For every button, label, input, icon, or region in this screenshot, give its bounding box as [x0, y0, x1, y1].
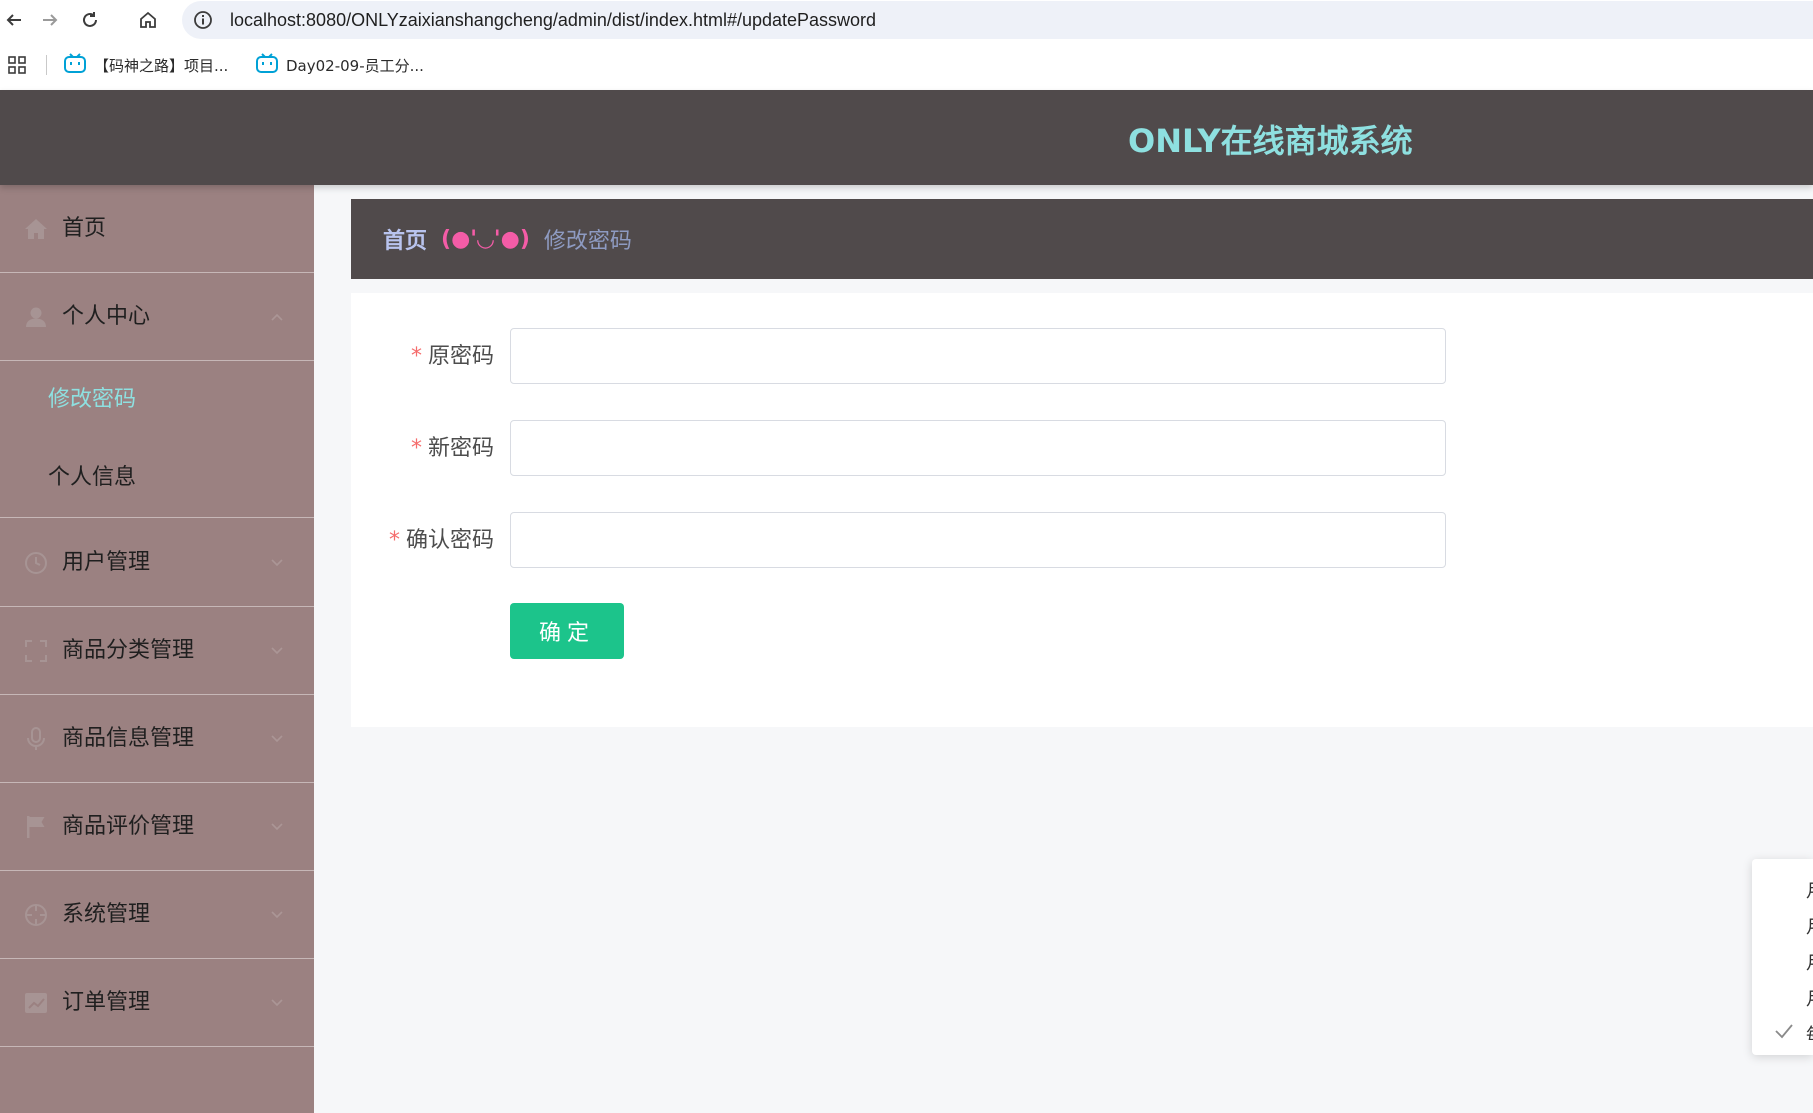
home-button[interactable]	[134, 6, 162, 34]
sidebar-item-label: 商品分类管理	[62, 637, 195, 663]
sidebar-item-system-management[interactable]: 系统管理	[0, 871, 314, 959]
sidebar-item-user-management[interactable]: 用户管理	[0, 519, 314, 607]
microphone-icon	[24, 726, 48, 751]
chevron-down-icon	[271, 734, 283, 742]
home-icon	[24, 217, 48, 241]
chart-icon	[24, 991, 48, 1015]
reload-icon	[83, 12, 97, 27]
bookmark-item[interactable]: 【码神之路】项目...	[64, 53, 228, 77]
browser-toolbar: localhost:8080/ONLYzaixianshangcheng/adm…	[0, 0, 1813, 40]
dropdown-item-text: 每	[1806, 1021, 1813, 1047]
confirm-password-label-text: 确认密码	[405, 528, 494, 553]
sidebar-item-label: 商品评价管理	[62, 813, 195, 839]
chevron-up-icon	[271, 313, 283, 321]
confirm-password-label: * 确认密码	[389, 527, 494, 555]
required-mark: *	[388, 528, 400, 553]
chevron-down-icon	[271, 998, 283, 1006]
form-row-new-password: * 新密码	[351, 420, 1813, 478]
bookmarks-bar: 【码神之路】项目... Day02-09-员工分...	[0, 40, 1813, 90]
bookmark-label: Day02-09-员工分...	[286, 56, 424, 75]
user-icon	[24, 305, 48, 329]
new-password-label-text: 新密码	[427, 436, 494, 461]
sidebar-item-category-management[interactable]: 商品分类管理	[0, 607, 314, 695]
bookmark-item[interactable]: Day02-09-员工分...	[256, 53, 424, 77]
dropdown-item-text: 月	[1806, 877, 1813, 903]
old-password-label-text: 原密码	[427, 344, 494, 369]
dropdown-item[interactable]: 月	[1752, 977, 1813, 1013]
sidebar-item-label: 个人中心	[62, 303, 151, 329]
sidebar-item-label: 订单管理	[62, 989, 151, 1015]
arrow-left-icon	[6, 14, 21, 26]
floating-dropdown: 月 月 月 月 每	[1752, 859, 1813, 1055]
sidebar-subitem-label: 修改密码	[48, 387, 137, 412]
breadcrumb-separator: (●'◡'●)	[441, 226, 530, 252]
clock-icon	[24, 551, 48, 575]
back-button[interactable]	[0, 6, 28, 34]
form-row-confirm-password: * 确认密码	[351, 512, 1813, 570]
dropdown-item-selected[interactable]: 每	[1752, 1013, 1813, 1049]
confirm-password-field[interactable]	[510, 512, 1446, 568]
new-password-label: * 新密码	[411, 435, 494, 463]
scan-icon	[24, 639, 48, 663]
dropdown-item[interactable]: 月	[1752, 869, 1813, 905]
flag-icon	[24, 815, 48, 839]
chevron-down-icon	[271, 558, 283, 566]
bookmark-label: 【码神之路】项目...	[94, 56, 229, 75]
sidebar-subitem-personal-info[interactable]: 个人信息	[0, 439, 314, 517]
dropdown-item[interactable]: 月	[1752, 905, 1813, 941]
bilibili-icon	[64, 53, 86, 77]
forward-button[interactable]	[36, 6, 64, 34]
sidebar-item-personal-center[interactable]: 个人中心	[0, 273, 314, 361]
breadcrumb-current: 修改密码	[543, 229, 632, 254]
sidebar-item-home[interactable]: 首页	[0, 185, 314, 273]
info-icon[interactable]	[192, 9, 214, 31]
change-password-form: * 原密码 * 新密码 * 确认密码 确定	[351, 293, 1813, 727]
new-password-field[interactable]	[510, 420, 1446, 476]
sidebar-item-label: 商品信息管理	[62, 725, 195, 751]
address-bar[interactable]: localhost:8080/ONLYzaixianshangcheng/adm…	[182, 1, 1813, 39]
required-mark: *	[410, 436, 422, 461]
chevron-down-icon	[271, 910, 283, 918]
sidebar: 首页 个人中心 修改密码 个人信息 用户管理 商品分类管理 商品信息管理 商品评…	[0, 185, 314, 1113]
required-mark: *	[410, 344, 422, 369]
form-row-old-password: * 原密码	[351, 328, 1813, 386]
sidebar-item-review-management[interactable]: 商品评价管理	[0, 783, 314, 871]
breadcrumb: 首页 (●'◡'●) 修改密码	[351, 199, 1813, 279]
chevron-down-icon	[271, 822, 283, 830]
dropdown-item-text: 月	[1806, 949, 1813, 975]
dropdown-item[interactable]: 月	[1752, 941, 1813, 977]
chevron-down-icon	[271, 646, 283, 654]
old-password-field[interactable]	[510, 328, 1446, 384]
reload-button[interactable]	[76, 6, 104, 34]
crosshair-icon	[24, 903, 48, 927]
sidebar-item-label: 用户管理	[62, 549, 151, 575]
submenu-personal-center: 修改密码 个人信息	[0, 361, 314, 518]
bilibili-icon	[256, 53, 278, 77]
sidebar-item-order-management[interactable]: 订单管理	[0, 959, 314, 1047]
dropdown-item-text: 月	[1806, 913, 1813, 939]
sidebar-subitem-change-password[interactable]: 修改密码	[0, 361, 314, 439]
sidebar-item-product-management[interactable]: 商品信息管理	[0, 695, 314, 783]
breadcrumb-home[interactable]: 首页	[383, 223, 427, 255]
sidebar-item-label: 系统管理	[62, 901, 151, 927]
old-password-label: * 原密码	[411, 343, 494, 371]
check-icon	[1775, 1024, 1793, 1039]
apps-grid-icon[interactable]	[8, 56, 26, 78]
submit-button[interactable]: 确定	[510, 603, 624, 659]
bookmark-divider	[46, 55, 47, 75]
sidebar-item-label: 首页	[62, 215, 107, 241]
dropdown-item-text: 月	[1806, 985, 1813, 1011]
app-header: ONLY在线商城系统	[0, 90, 1813, 185]
home-outline-icon	[140, 11, 156, 28]
arrow-right-icon	[43, 14, 58, 26]
sidebar-subitem-label: 个人信息	[48, 465, 137, 490]
app-title: ONLY在线商城系统	[1128, 122, 1413, 160]
url-text[interactable]: localhost:8080/ONLYzaixianshangcheng/adm…	[230, 10, 876, 31]
